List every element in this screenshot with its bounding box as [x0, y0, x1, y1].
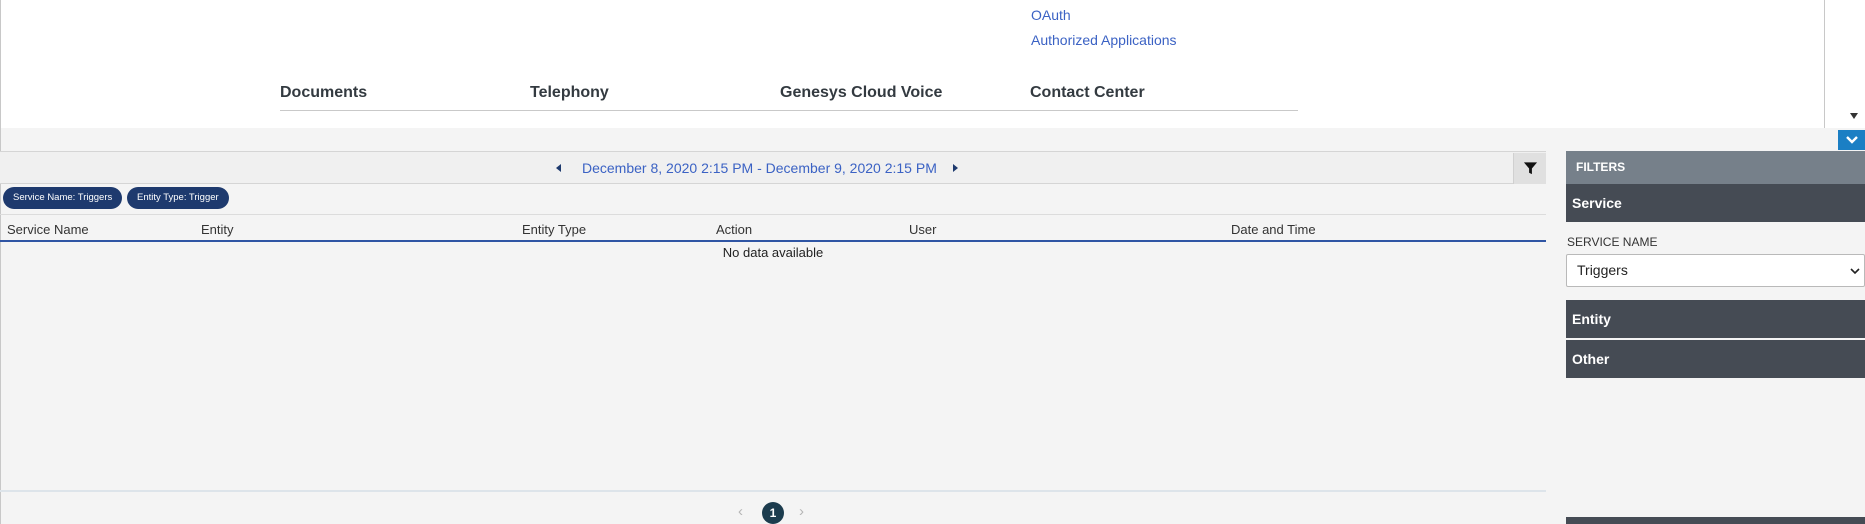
filters-panel-footer-bar [1566, 517, 1865, 524]
chevron-right-icon[interactable]: › [799, 503, 804, 520]
chevron-left-icon[interactable]: ‹ [738, 503, 743, 520]
service-name-select-value: Triggers [1577, 262, 1628, 278]
authorized-applications-link[interactable]: Authorized Applications [1031, 32, 1177, 48]
next-date-icon[interactable] [953, 164, 958, 172]
table-header: Service Name Entity Entity Type Action U… [0, 214, 1546, 242]
chevron-down-icon [1850, 268, 1860, 275]
service-name-select[interactable]: Triggers [1566, 254, 1865, 287]
service-name-label: SERVICE NAME [1567, 235, 1658, 249]
funnel-icon [1523, 162, 1537, 175]
filters-panel-title: FILTERS [1566, 151, 1865, 184]
date-range-bar: December 8, 2020 2:15 PM - December 9, 2… [0, 151, 1546, 184]
column-header-service-name[interactable]: Service Name [7, 222, 89, 237]
table-bottom-border [0, 490, 1546, 492]
section-heading-contact-center: Contact Center [1030, 84, 1298, 111]
filter-chip-entity-type[interactable]: Entity Type: Trigger [127, 187, 229, 209]
collapse-panel-button[interactable] [1838, 130, 1865, 150]
filter-group-other[interactable]: Other [1566, 340, 1865, 378]
oauth-link[interactable]: OAuth [1031, 7, 1071, 23]
column-header-date-and-time[interactable]: Date and Time [1231, 222, 1316, 237]
filter-toggle-button[interactable] [1513, 153, 1546, 184]
filter-chip-service-name[interactable]: Service Name: Triggers [3, 187, 123, 209]
filters-panel: FILTERS Service SERVICE NAME Triggers En… [1566, 151, 1865, 524]
empty-table-message: No data available [722, 245, 824, 260]
section-heading-genesys-cloud-voice: Genesys Cloud Voice [780, 84, 1048, 111]
section-heading-documents: Documents [280, 84, 548, 111]
menu-scrollbar[interactable] [1825, 0, 1865, 128]
page-number-current[interactable]: 1 [762, 502, 784, 524]
column-header-entity[interactable]: Entity [201, 222, 234, 237]
filter-group-service[interactable]: Service [1566, 184, 1865, 222]
admin-menu-panel: OAuth Authorized Applications Documents … [0, 0, 1825, 128]
section-heading-telephony: Telephony [530, 84, 798, 111]
scroll-down-arrow-icon[interactable] [1850, 113, 1858, 119]
column-header-entity-type[interactable]: Entity Type [522, 222, 586, 237]
column-header-action[interactable]: Action [716, 222, 752, 237]
column-header-user[interactable]: User [909, 222, 936, 237]
date-range-picker[interactable]: December 8, 2020 2:15 PM - December 9, 2… [582, 160, 937, 176]
previous-date-icon[interactable] [556, 164, 561, 172]
chevron-down-icon [1845, 136, 1858, 144]
filter-group-entity[interactable]: Entity [1566, 300, 1865, 338]
